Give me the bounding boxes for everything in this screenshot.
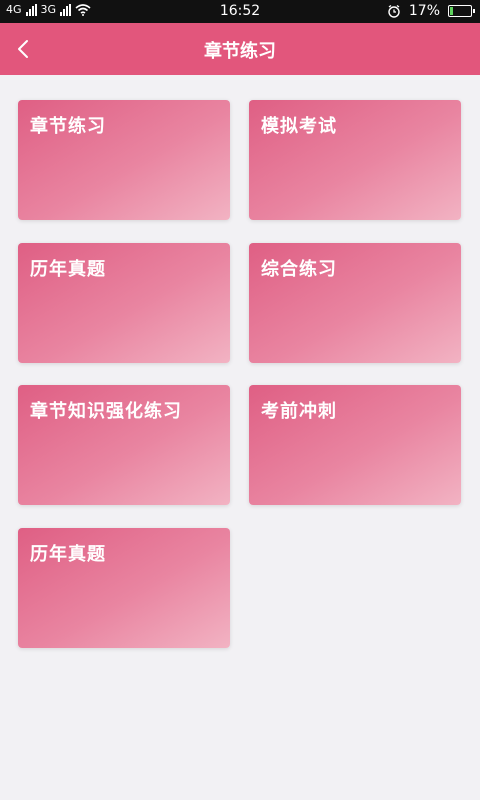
app-header: 章节练习 <box>0 23 480 75</box>
tile-label: 综合练习 <box>261 259 337 280</box>
status-bar: 4G 3G 16:52 17% <box>0 0 480 23</box>
tile-final-sprint[interactable]: 考前冲刺 <box>249 385 461 505</box>
status-right: 17% <box>387 3 475 19</box>
tile-label: 历年真题 <box>30 259 106 280</box>
tile-label: 模拟考试 <box>261 116 337 137</box>
tile-past-papers[interactable]: 历年真题 <box>18 243 230 363</box>
tile-comprehensive-practice[interactable]: 综合练习 <box>249 243 461 363</box>
tile-label: 历年真题 <box>30 544 106 565</box>
tile-chapter-knowledge-reinforcement[interactable]: 章节知识强化练习 <box>18 385 230 505</box>
page-title: 章节练习 <box>204 41 276 62</box>
battery-fill <box>450 7 454 15</box>
tile-label: 考前冲刺 <box>261 401 337 422</box>
battery-percent: 17% <box>408 3 440 19</box>
battery-icon <box>448 5 475 17</box>
tile-label: 章节练习 <box>30 116 106 137</box>
tile-label: 章节知识强化练习 <box>30 401 182 422</box>
tile-mock-exam[interactable]: 模拟考试 <box>249 100 461 220</box>
tile-chapter-practice[interactable]: 章节练习 <box>18 100 230 220</box>
tile-past-papers-2[interactable]: 历年真题 <box>18 528 230 648</box>
alarm-icon <box>388 4 400 18</box>
